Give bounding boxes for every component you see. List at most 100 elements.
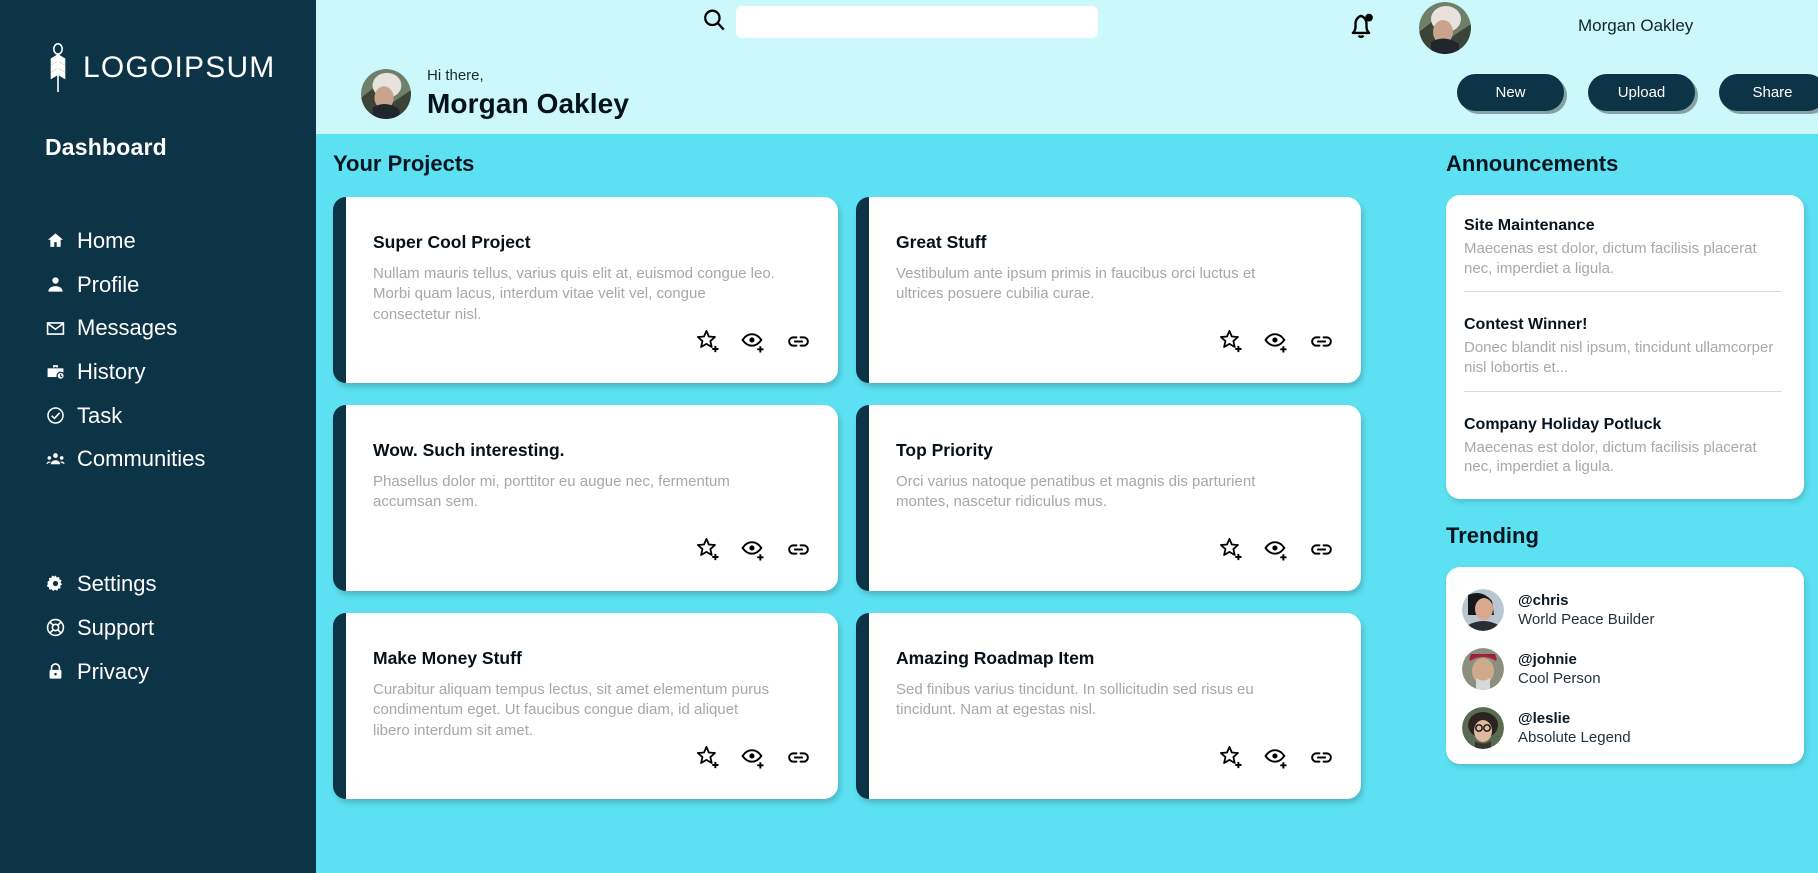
trending-item[interactable]: @johnie Cool Person <box>1462 640 1786 699</box>
trending-tagline: World Peace Builder <box>1518 611 1655 629</box>
search-input[interactable] <box>736 6 1098 38</box>
star-plus-icon[interactable] <box>695 744 722 771</box>
trending-handle: @chris <box>1518 591 1569 609</box>
search-icon[interactable] <box>701 7 727 38</box>
project-card[interactable]: Amazing Roadmap Item Sed finibus varius … <box>856 613 1361 799</box>
star-plus-icon[interactable] <box>695 328 722 355</box>
project-card[interactable]: Great Stuff Vestibulum ante ipsum primis… <box>856 197 1361 383</box>
announcement-title: Company Holiday Potluck <box>1464 415 1662 433</box>
topbar: Morgan Oakley <box>316 0 1818 54</box>
project-actions <box>695 744 812 771</box>
eye-plus-icon[interactable] <box>740 536 767 563</box>
link-icon[interactable] <box>785 328 812 355</box>
trending-handle: @johnie <box>1518 650 1577 668</box>
eye-plus-icon[interactable] <box>740 328 767 355</box>
sidebar-item-label: Communities <box>77 446 206 472</box>
link-icon[interactable] <box>1308 536 1335 563</box>
envelope-icon <box>45 318 65 338</box>
avatar[interactable] <box>1419 2 1471 54</box>
project-card[interactable]: Wow. Such interesting. Phasellus dolor m… <box>333 405 838 591</box>
star-plus-icon[interactable] <box>1218 328 1245 355</box>
eye-plus-icon[interactable] <box>1263 744 1290 771</box>
trending-panel: @chris World Peace Builder @johnie Cool … <box>1446 567 1804 765</box>
star-plus-icon[interactable] <box>695 536 722 563</box>
search-area <box>701 6 1098 38</box>
announcements-panel: Site Maintenance Maecenas est dolor, dic… <box>1446 195 1804 500</box>
share-button[interactable]: Share <box>1719 74 1818 111</box>
eye-plus-icon[interactable] <box>1263 328 1290 355</box>
notification-bell-icon[interactable] <box>1346 11 1376 46</box>
sidebar-item-settings[interactable]: Settings <box>0 562 316 606</box>
home-icon <box>45 231 65 251</box>
new-button[interactable]: New <box>1457 74 1564 111</box>
greeting-salutation: Hi there, <box>427 67 484 85</box>
project-card[interactable]: Super Cool Project Nullam mauris tellus,… <box>333 197 838 383</box>
logo[interactable]: LOGOIPSUM <box>0 34 316 94</box>
sidebar-item-support[interactable]: Support <box>0 606 316 650</box>
project-title: Super Cool Project <box>373 232 531 252</box>
announcement-item[interactable]: Site Maintenance Maecenas est dolor, dic… <box>1464 215 1782 278</box>
lock-icon <box>45 661 65 681</box>
avatar-image <box>1462 707 1504 750</box>
projects-grid: Super Cool Project Nullam mauris tellus,… <box>333 197 1446 799</box>
eye-plus-icon[interactable] <box>740 744 767 771</box>
star-plus-icon[interactable] <box>1218 536 1245 563</box>
sidebar-item-profile[interactable]: Profile <box>0 263 316 307</box>
sidebar-item-label: Profile <box>77 271 140 297</box>
sidebar-item-label: Task <box>77 402 123 428</box>
header-actions: New Upload Share <box>1457 74 1818 111</box>
project-card[interactable]: Make Money Stuff Curabitur aliquam tempu… <box>333 613 838 799</box>
eye-plus-icon[interactable] <box>1263 536 1290 563</box>
sidebar-item-history[interactable]: History <box>0 350 316 394</box>
sidebar-item-label: Support <box>77 614 155 640</box>
trending-text: @leslie Absolute Legend <box>1518 709 1631 748</box>
sidebar-item-privacy[interactable]: Privacy <box>0 650 316 694</box>
trending-tagline: Cool Person <box>1518 670 1601 688</box>
announcement-item[interactable]: Company Holiday Potluck Maecenas est dol… <box>1464 414 1782 477</box>
project-title: Great Stuff <box>896 232 987 252</box>
avatar-image <box>1419 2 1471 54</box>
greeting-bar: Hi there, Morgan Oakley New Upload Share <box>316 54 1818 134</box>
sidebar-item-label: Home <box>77 228 136 253</box>
project-title: Amazing Roadmap Item <box>896 648 1095 668</box>
project-description: Orci varius natoque penatibus et magnis … <box>896 472 1256 511</box>
announcements-heading: Announcements <box>1446 151 1619 176</box>
avatar-image <box>361 69 411 119</box>
sidebar-item-home[interactable]: Home <box>0 219 316 263</box>
link-icon[interactable] <box>1308 744 1335 771</box>
project-title: Top Priority <box>896 440 993 460</box>
wheat-logo-icon <box>45 42 71 94</box>
gear-icon <box>45 574 65 594</box>
announcement-item[interactable]: Contest Winner! Donec blandit nisl ipsum… <box>1464 314 1782 377</box>
sidebar-item-label: Privacy <box>77 658 150 684</box>
upload-button[interactable]: Upload <box>1588 74 1695 111</box>
sidebar-item-communities[interactable]: Communities <box>0 437 316 481</box>
trending-item[interactable]: @chris World Peace Builder <box>1462 581 1786 640</box>
link-icon[interactable] <box>785 744 812 771</box>
project-description: Phasellus dolor mi, porttitor eu augue n… <box>373 472 730 511</box>
topbar-username: Morgan Oakley <box>1578 16 1694 35</box>
projects-heading: Your Projects <box>333 151 475 176</box>
sidebar: LOGOIPSUM Dashboard Home Profile Message… <box>0 0 316 873</box>
projects-section: Your Projects Super Cool Project Nullam … <box>316 134 1446 873</box>
dashboard-app: LOGOIPSUM Dashboard Home Profile Message… <box>0 0 1818 873</box>
sidebar-item-task[interactable]: Task <box>0 394 316 438</box>
star-plus-icon[interactable] <box>1218 744 1245 771</box>
main-content: Your Projects Super Cool Project Nullam … <box>316 134 1818 873</box>
link-icon[interactable] <box>785 536 812 563</box>
person-icon <box>45 275 65 295</box>
avatar-image <box>1462 589 1504 632</box>
sidebar-item-label: Settings <box>77 571 157 597</box>
project-actions <box>695 328 812 355</box>
trending-item[interactable]: @leslie Absolute Legend <box>1462 699 1786 758</box>
project-actions <box>1218 328 1335 355</box>
project-card[interactable]: Top Priority Orci varius natoque penatib… <box>856 405 1361 591</box>
trending-text: @chris World Peace Builder <box>1518 591 1654 630</box>
project-actions <box>1218 744 1335 771</box>
check-circle-icon <box>45 406 65 426</box>
link-icon[interactable] <box>1308 328 1335 355</box>
sidebar-item-messages[interactable]: Messages <box>0 306 316 350</box>
sidebar-item-label: Messages <box>77 315 178 341</box>
greeting-avatar[interactable] <box>361 69 411 119</box>
avatar <box>1462 648 1504 691</box>
